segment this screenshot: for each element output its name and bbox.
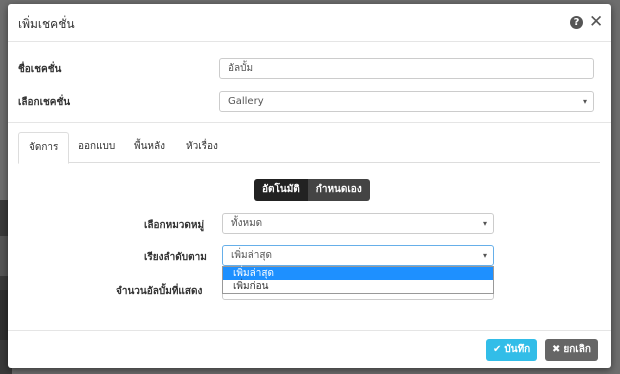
- add-section-modal: เพิ่มเชคชั่น ? ✕ ชื่อเชคชั่น อัลบั้ม เลื…: [8, 4, 611, 368]
- mode-custom-button[interactable]: กำหนดเอง: [307, 179, 370, 201]
- mode-toggle: อัตโนมัติ กำหนดเอง: [254, 179, 370, 201]
- chevron-down-icon: ▾: [482, 251, 487, 260]
- category-label: เลือกหมวดหมู่: [144, 220, 205, 231]
- cancel-button-label: ยกเลิก: [563, 344, 591, 355]
- category-value: ทั้งหมด: [231, 218, 263, 229]
- sort-label: เรียงลำดับตาม: [144, 252, 207, 263]
- sort-value: เพิ่มล่าสุด: [231, 250, 272, 261]
- sort-select[interactable]: เพิ่มล่าสุด ▾: [222, 245, 494, 266]
- close-icon[interactable]: ✕: [589, 12, 603, 32]
- section-form: ชื่อเชคชั่น อัลบั้ม เลือกเชคชั่น Gallery…: [8, 42, 611, 122]
- modal-title: เพิ่มเชคชั่น: [18, 17, 75, 31]
- help-icon[interactable]: ?: [570, 16, 583, 29]
- tab-bar: จัดการ ออกแบบ พื้นหลัง หัวเรื่อง: [18, 132, 600, 164]
- sort-dropdown-list: เพิ่มล่าสุด เพิ่มก่อน: [222, 266, 494, 294]
- category-select[interactable]: ทั้งหมด ▾: [222, 213, 494, 234]
- section-name-input[interactable]: อัลบั้ม: [219, 58, 594, 79]
- tab-design[interactable]: ออกแบบ: [68, 132, 125, 161]
- divider: [8, 122, 611, 123]
- save-button[interactable]: ✔ บันทึก: [486, 339, 538, 361]
- section-type-value: Gallery: [228, 96, 264, 107]
- section-type-select[interactable]: Gallery ▾: [219, 91, 594, 112]
- modal-footer: ✔ บันทึก ✖ ยกเลิก: [8, 330, 611, 368]
- section-name-label: ชื่อเชคชั่น: [18, 64, 62, 75]
- cancel-button[interactable]: ✖ ยกเลิก: [545, 339, 598, 361]
- sort-option[interactable]: เพิ่มล่าสุด: [223, 267, 493, 280]
- tab-background[interactable]: พื้นหลัง: [124, 132, 175, 161]
- mode-auto-button[interactable]: อัตโนมัติ: [254, 179, 308, 201]
- modal-header: เพิ่มเชคชั่น ? ✕: [8, 4, 611, 42]
- save-button-label: บันทึก: [504, 344, 531, 355]
- sort-option[interactable]: เพิ่มก่อน: [223, 280, 493, 293]
- album-count-label: จำนวนอัลบั้มที่แสดง: [116, 286, 203, 297]
- section-type-label: เลือกเชคชั่น: [18, 97, 71, 108]
- tab-manage[interactable]: จัดการ: [18, 132, 70, 164]
- tab-header[interactable]: หัวเรื่อง: [176, 132, 228, 161]
- chevron-down-icon: ▾: [582, 97, 587, 106]
- chevron-down-icon: ▾: [482, 219, 487, 228]
- close-icon: ✖: [552, 344, 561, 355]
- check-icon: ✔: [493, 344, 502, 355]
